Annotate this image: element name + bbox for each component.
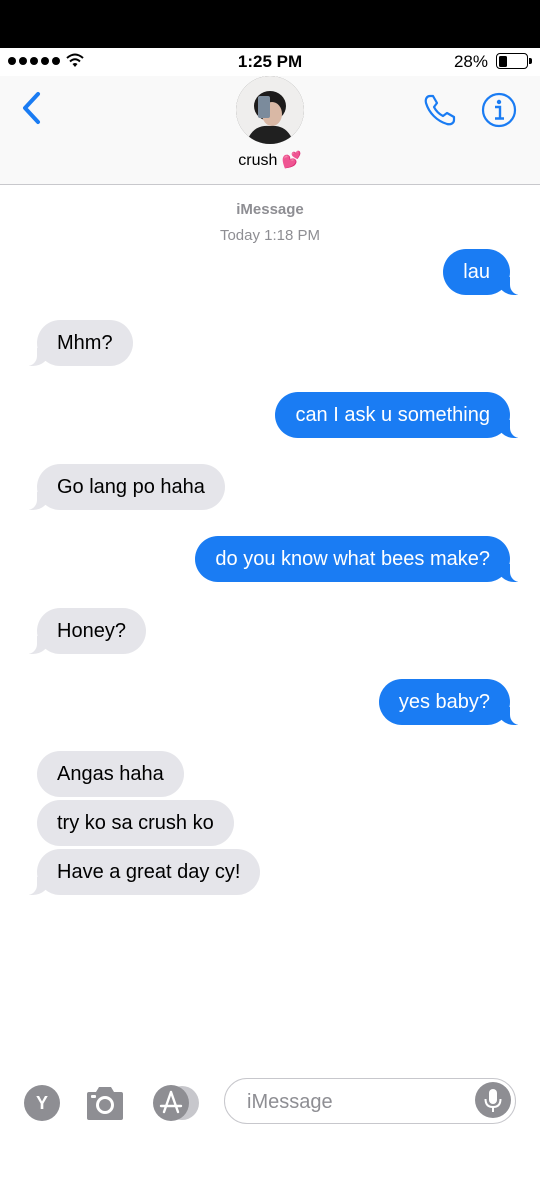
phone-icon[interactable] <box>422 92 458 128</box>
back-chevron-icon[interactable] <box>18 90 44 126</box>
message-composer: Y <box>0 1070 540 1140</box>
status-bar: 1:25 PM 28% <box>0 48 540 76</box>
message-text: yes baby? <box>398 691 490 713</box>
battery-percent: 28% <box>453 52 488 71</box>
received-message-bubble[interactable]: Have a great day cy! <box>16 849 261 895</box>
received-message-bubble[interactable]: Mhm? <box>17 320 133 366</box>
message-input-field[interactable] <box>224 1078 516 1125</box>
y-app-icon[interactable]: Y <box>24 1085 60 1121</box>
contact-name[interactable]: crush 💕 <box>0 150 540 170</box>
sent-message-bubble[interactable]: yes baby? <box>378 679 531 725</box>
message-text: Have a great day cy! <box>57 861 241 883</box>
message-text: Mhm? <box>57 332 113 354</box>
received-message-bubble[interactable]: try ko sa crush ko <box>37 800 234 846</box>
camera-icon[interactable] <box>84 1084 126 1122</box>
app-store-icon[interactable] <box>152 1085 204 1121</box>
contact-avatar[interactable] <box>236 76 304 144</box>
message-text: can I ask u something <box>295 404 490 426</box>
thread-timestamp: Today 1:18 PM <box>219 227 321 244</box>
received-message-bubble[interactable]: Angas haha <box>37 751 184 797</box>
microphone-icon[interactable] <box>475 1082 511 1118</box>
y-app-letter: Y <box>35 1093 48 1113</box>
sent-message-bubble[interactable]: lau <box>443 249 530 295</box>
message-text: try ko sa crush ko <box>57 812 214 834</box>
message-text: do you know what bees make? <box>215 548 490 570</box>
service-label: iMessage <box>236 201 304 218</box>
sent-message-bubble[interactable]: do you know what bees make? <box>195 536 530 582</box>
bottom-area <box>0 1140 540 1200</box>
info-icon[interactable] <box>481 92 517 128</box>
sent-message-bubble[interactable]: can I ask u something <box>275 392 530 438</box>
battery-icon <box>496 53 532 69</box>
message-text: lau <box>463 261 490 283</box>
message-input[interactable] <box>245 1079 479 1125</box>
top-black-bar <box>0 0 540 48</box>
received-message-bubble[interactable]: Honey? <box>17 608 146 654</box>
received-message-bubble[interactable]: Go lang po haha <box>17 464 225 510</box>
message-text: Angas haha <box>57 763 164 785</box>
message-text: Honey? <box>57 620 126 642</box>
message-text: Go lang po haha <box>57 476 205 498</box>
conversation-header: crush 💕 <box>0 76 540 185</box>
